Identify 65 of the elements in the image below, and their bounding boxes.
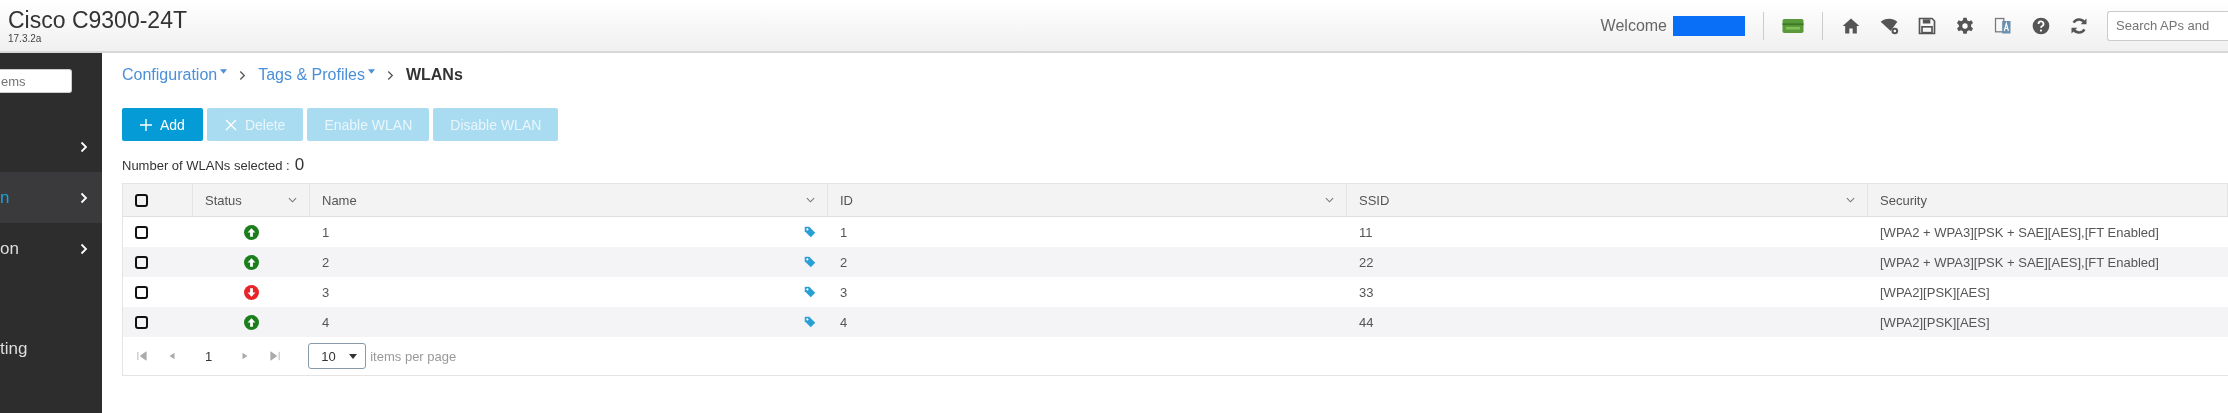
sort-icon[interactable]: [806, 197, 815, 203]
caret-icon[interactable]: [367, 68, 375, 74]
tag-icon[interactable]: [804, 226, 816, 238]
welcome-label: Welcome: [1600, 16, 1667, 35]
table-cell: 33: [1359, 284, 1374, 300]
dropdown-arrow-icon: [349, 353, 358, 359]
table-cell: 44: [1359, 314, 1374, 330]
sort-icon[interactable]: [1325, 197, 1334, 203]
tag-icon[interactable]: [804, 316, 816, 328]
tag-icon[interactable]: [804, 286, 816, 298]
chevron-icon[interactable]: [80, 191, 88, 204]
row-checkbox[interactable]: [135, 315, 148, 329]
help-icon[interactable]: [2031, 15, 2051, 36]
table-cell: 2: [322, 254, 330, 270]
column-header[interactable]: SSID: [1347, 184, 1868, 216]
chevron-icon[interactable]: [80, 242, 88, 255]
sidebar-item[interactable]: on: [0, 238, 19, 259]
row-checkbox[interactable]: [135, 255, 148, 269]
selection-label: Number of WLANs selected :: [122, 158, 290, 173]
column-header[interactable]: Status: [193, 184, 310, 216]
table-cell: 4: [322, 314, 330, 330]
table-cell: [WPA2][PSK][AES]: [1880, 284, 1990, 300]
sort-icon[interactable]: [1846, 197, 1855, 203]
sort-icon[interactable]: [288, 197, 297, 203]
column-header[interactable]: ID: [828, 184, 1347, 216]
table-cell: 1: [322, 224, 330, 240]
chevron-icon: [239, 69, 247, 81]
search-field[interactable]: Search APs and: [2107, 10, 2228, 41]
translate-icon[interactable]: [1993, 15, 2013, 36]
table-cell: [WPA2 + WPA3][PSK + SAE][AES],[FT Enabled]: [1880, 224, 2159, 240]
plus-icon: [140, 118, 152, 131]
row-checkbox[interactable]: [135, 285, 148, 299]
table-cell: 3: [840, 284, 848, 300]
column-header[interactable]: Name: [310, 184, 828, 216]
sidebar-item[interactable]: ting: [0, 338, 28, 359]
table-cell: 11: [1359, 224, 1373, 240]
redacted-username: [1673, 15, 1745, 36]
chevron-icon[interactable]: [80, 140, 88, 153]
table-cell: 3: [322, 284, 330, 300]
refresh-icon[interactable]: [2069, 15, 2089, 36]
settings-icon[interactable]: [1955, 15, 1975, 36]
selection-count: 0: [294, 155, 305, 175]
caret-icon[interactable]: [220, 68, 228, 74]
version-label: 17.3.2a: [8, 33, 43, 44]
save-icon[interactable]: [1917, 15, 1937, 36]
breadcrumb-current: WLANs: [405, 66, 463, 84]
table-cell: [WPA2][PSK][AES]: [1880, 314, 1990, 330]
select-all-checkbox[interactable]: [135, 193, 148, 207]
page-size-dropdown[interactable]: 10: [308, 343, 367, 369]
table-cell: 2: [840, 254, 848, 270]
column-header[interactable]: Security: [1868, 184, 2228, 216]
table-cell: [WPA2 + WPA3][PSK + SAE][AES],[FT Enabled]: [1880, 254, 2159, 270]
chevron-icon: [386, 69, 394, 81]
device-title: Cisco C9300-24T: [8, 7, 187, 33]
table-cell: 22: [1359, 254, 1374, 270]
tag-icon[interactable]: [804, 256, 816, 268]
sidebar-item[interactable]: n: [0, 187, 10, 208]
close-icon: [224, 118, 237, 131]
breadcrumb-link[interactable]: Tags & Profiles: [258, 66, 365, 84]
device-icon[interactable]: [1782, 18, 1804, 33]
row-checkbox[interactable]: [135, 225, 148, 239]
menu-search-field[interactable]: ems: [0, 69, 72, 93]
table-cell: 4: [840, 314, 848, 330]
table-cell: 1: [840, 224, 848, 240]
page-size-label: items per page: [370, 348, 457, 364]
